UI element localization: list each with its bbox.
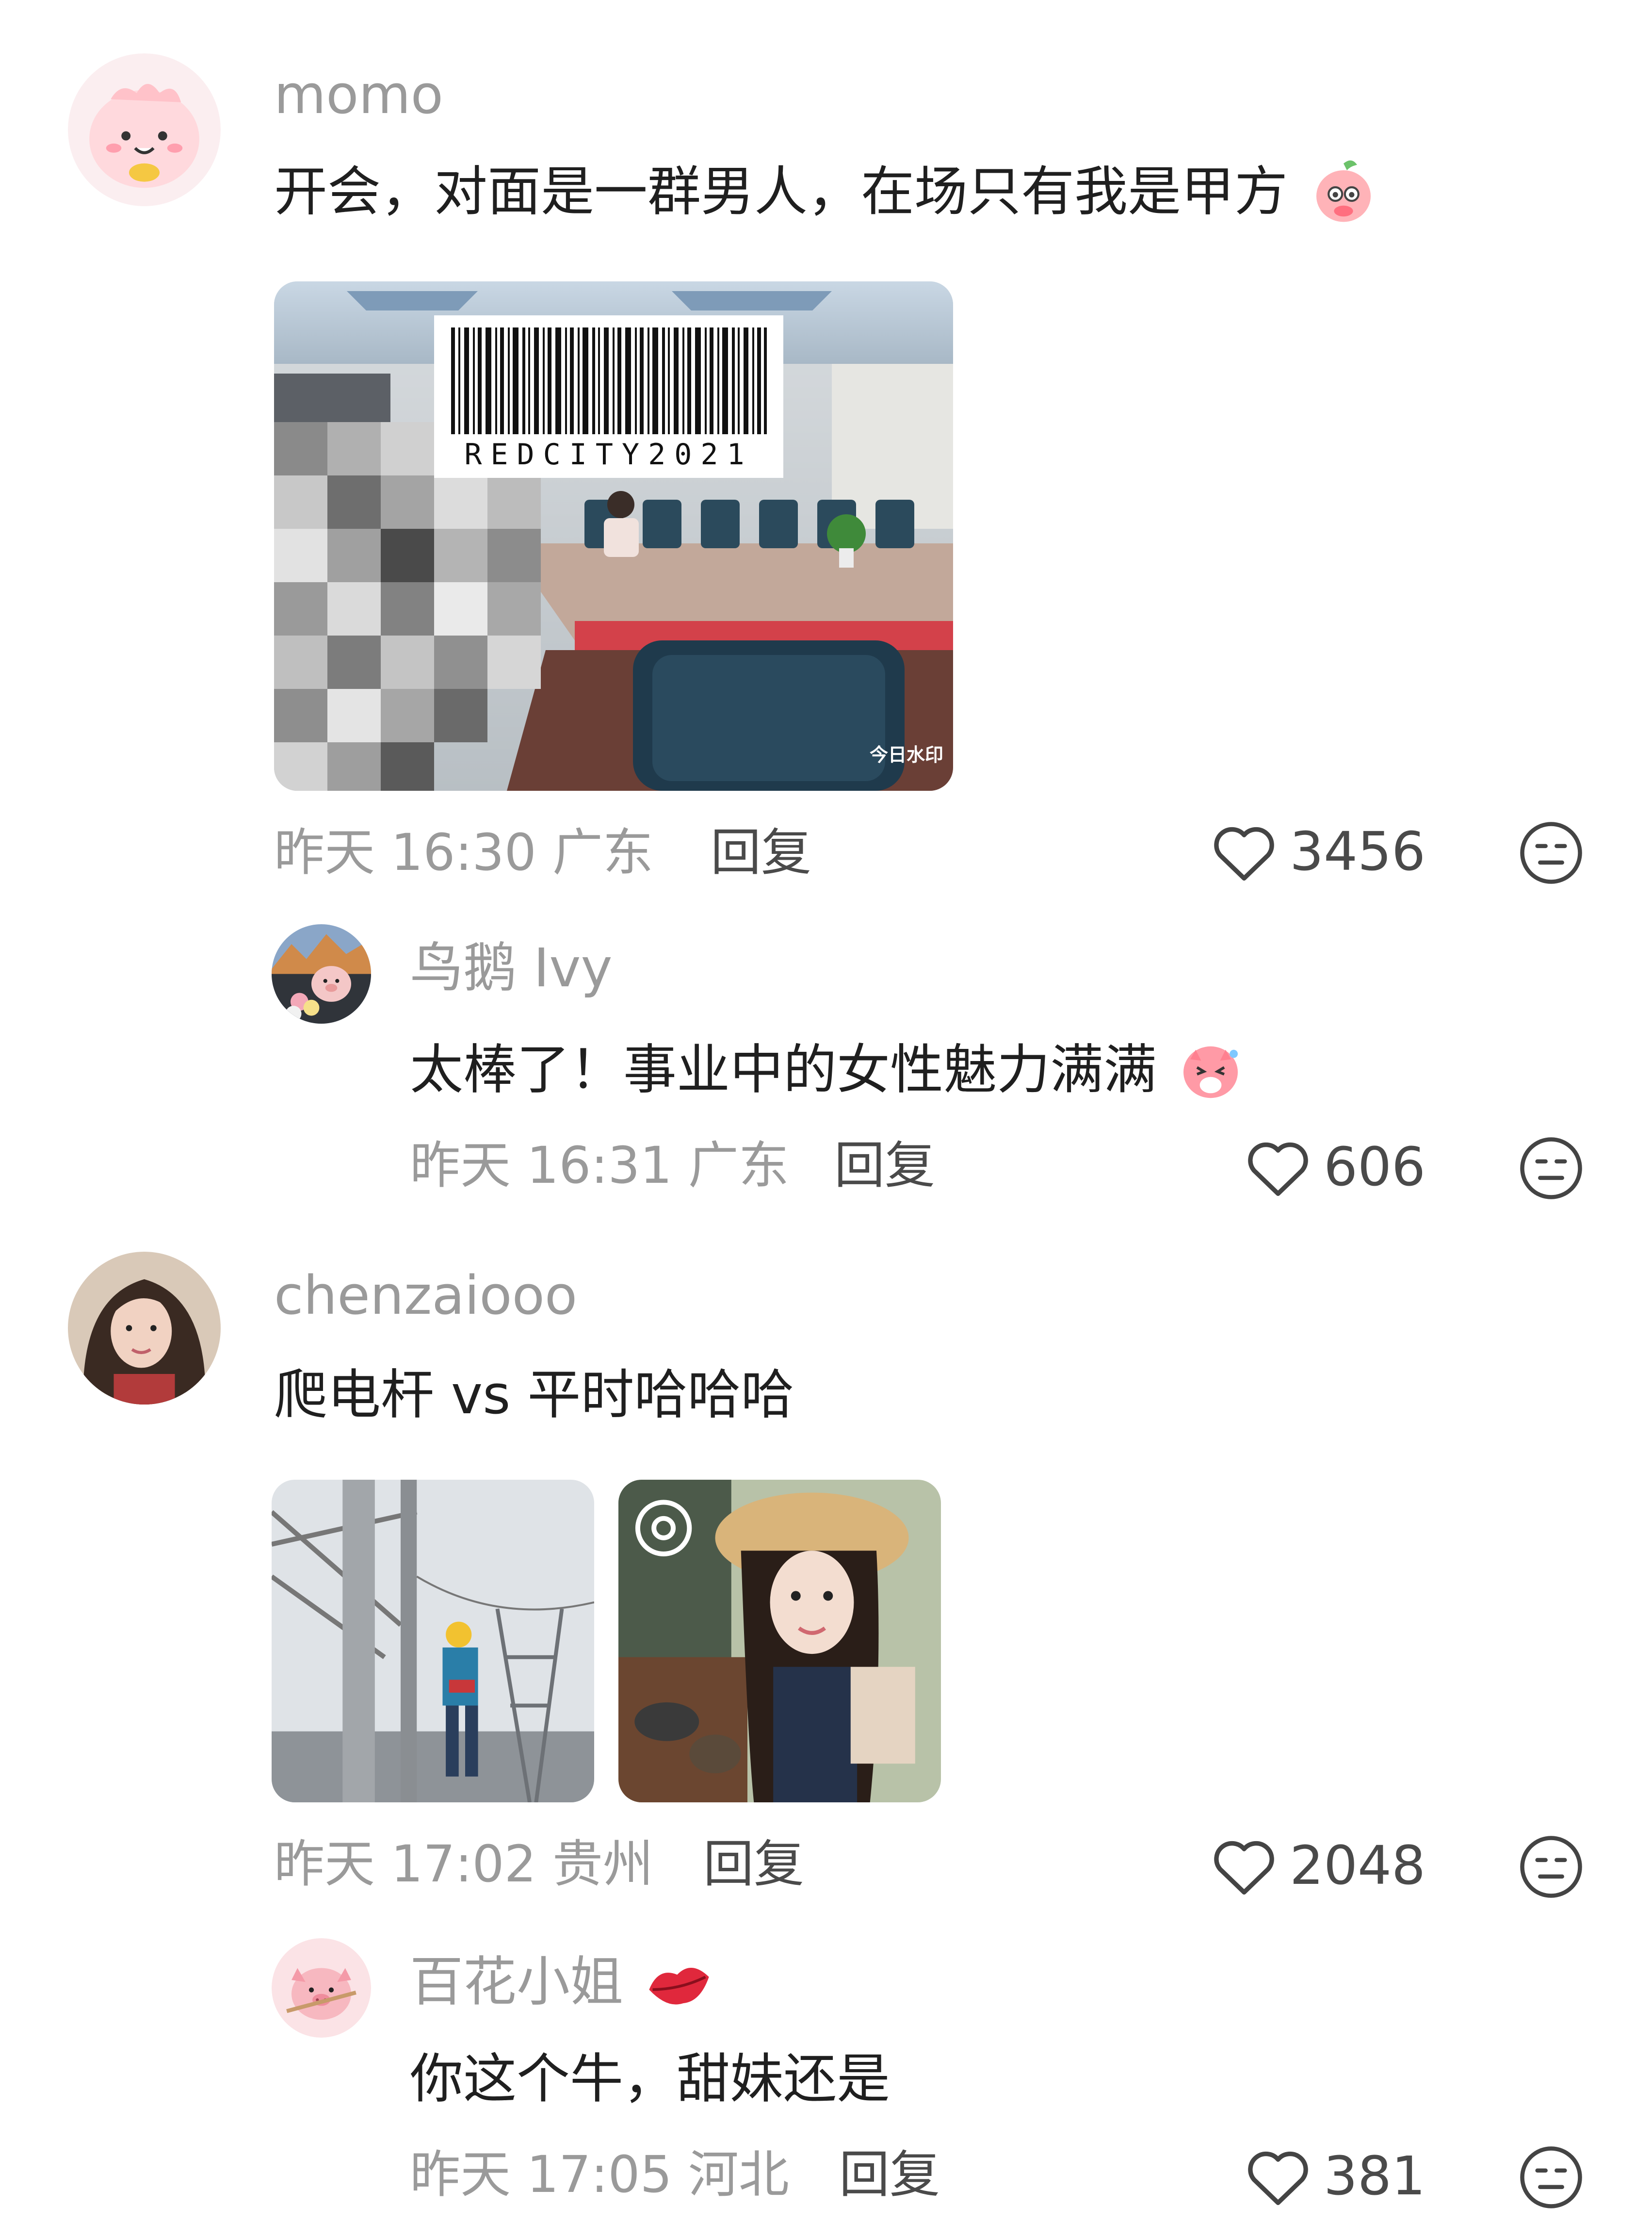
like-button[interactable]: 381 <box>1244 2144 1425 2207</box>
comment-text-body: 开会，对面是一群男人，在场只有我是甲方 <box>274 161 1288 223</box>
comment-timestamp: 昨天 16:31 <box>410 1136 672 1195</box>
like-count: 3456 <box>1290 820 1425 882</box>
username[interactable]: 鸟鹅 Ivy <box>410 941 613 995</box>
reply-button[interactable]: 回复 <box>839 2149 940 2200</box>
peach-peek-emoji-icon <box>1316 160 1371 222</box>
comment-time: 昨天 16:31 广东 <box>410 1140 789 1191</box>
like-button[interactable]: 606 <box>1244 1135 1425 1198</box>
utility-pole-photo <box>272 1480 594 1802</box>
like-count: 381 <box>1324 2145 1425 2207</box>
username-text: 百花小姐 <box>410 1951 623 2013</box>
neutral-face-icon[interactable] <box>1518 1834 1584 1900</box>
comment-image[interactable] <box>618 1480 941 1802</box>
neutral-face-icon[interactable] <box>1518 2144 1584 2210</box>
neutral-face-icon[interactable] <box>1518 820 1584 886</box>
like-button[interactable]: 2048 <box>1210 1834 1425 1897</box>
straw-hat-girl-photo <box>618 1480 941 1802</box>
comment-text-body: 太棒了！事业中的女性魅力满满 <box>410 1039 1157 1101</box>
heart-outline-icon <box>1214 1841 1274 1895</box>
like-count: 606 <box>1324 1136 1425 1198</box>
comment-timestamp: 昨天 17:05 <box>410 2145 672 2204</box>
pig-flowers-avatar-icon <box>272 924 371 1024</box>
like-count: 2048 <box>1290 1834 1425 1896</box>
like-button[interactable]: 3456 <box>1210 820 1425 883</box>
girl-portrait-avatar-icon <box>68 1252 221 1405</box>
lips-icon <box>649 1967 709 2005</box>
pink-pig-avatar-icon <box>272 1938 371 2038</box>
heart-outline-icon <box>1214 827 1274 881</box>
reply-button[interactable]: 回复 <box>703 1839 804 1889</box>
comment-timestamp: 昨天 17:02 <box>274 1834 536 1894</box>
heart-outline-icon <box>1248 2151 1308 2206</box>
comment-location: 广东 <box>552 823 653 882</box>
barcode-text: REDCITY2021 <box>464 438 753 472</box>
comment-location: 河北 <box>688 2145 789 2204</box>
comment-location: 贵州 <box>552 1834 653 1894</box>
meeting-room-photo <box>274 281 953 791</box>
comment-text: 开会，对面是一群男人，在场只有我是甲方 <box>274 160 1377 225</box>
avatar[interactable] <box>272 924 371 1024</box>
comment-text: 太棒了！事业中的女性魅力满满 <box>410 1043 1245 1103</box>
comment-image[interactable]: REDCITY2021 今日水印 <box>274 281 953 791</box>
comment-location: 广东 <box>688 1136 789 1195</box>
heart-outline-icon <box>1248 1142 1308 1196</box>
username[interactable]: chenzaiooo <box>274 1269 577 1322</box>
pink-blob-avatar-icon <box>68 53 221 206</box>
avatar[interactable] <box>272 1938 371 2038</box>
avatar[interactable] <box>68 1252 221 1405</box>
username[interactable]: 百花小姐 <box>410 1955 713 2009</box>
comment-time: 昨天 17:05 河北 <box>410 2149 789 2200</box>
image-watermark: 今日水印 <box>869 744 943 766</box>
laughing-pig-emoji-icon <box>1183 1046 1238 1098</box>
comment-image[interactable] <box>272 1480 594 1802</box>
username[interactable]: momo <box>274 68 443 121</box>
reply-button[interactable]: 回复 <box>711 827 811 878</box>
comment-timestamp: 昨天 16:30 <box>274 823 536 882</box>
avatar[interactable] <box>68 53 221 206</box>
reply-button[interactable]: 回复 <box>834 1140 935 1191</box>
comment-text: 你这个牛，甜妹还是 <box>410 2048 890 2110</box>
neutral-face-icon[interactable] <box>1518 1135 1584 1201</box>
comment-time: 昨天 16:30 广东 <box>274 827 653 878</box>
comment-time: 昨天 17:02 贵州 <box>274 1839 653 1889</box>
comment-text: 爬电杆 vs 平时哈哈哈 <box>274 1364 794 1426</box>
